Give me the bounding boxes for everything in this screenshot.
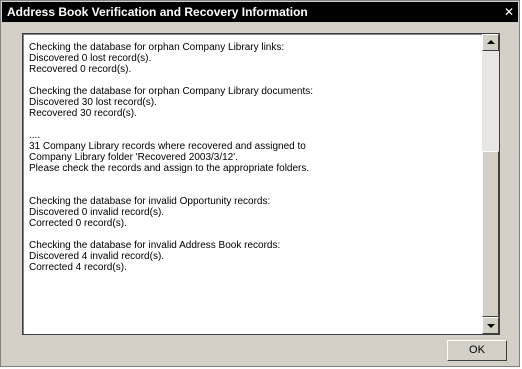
log-line: Discovered 0 invalid record(s).: [29, 207, 165, 218]
arrow-down-icon: [487, 324, 495, 328]
vertical-scrollbar[interactable]: [482, 34, 499, 334]
log-line: Corrected 4 record(s).: [29, 262, 127, 273]
dialog-window: Address Book Verification and Recovery I…: [0, 0, 520, 367]
log-line: Corrected 0 record(s).: [29, 218, 127, 229]
log-content: Checking the database for orphan Company…: [29, 42, 479, 273]
scroll-thumb[interactable]: [482, 151, 499, 317]
log-line: Please check the records and assign to t…: [29, 163, 310, 174]
log-line: Recovered 0 record(s).: [29, 64, 132, 75]
log-line: Checking the database for orphan Company…: [29, 42, 285, 53]
log-line: Checking the database for orphan Company…: [29, 86, 314, 97]
log-line: Company Library folder 'Recovered 2003/3…: [29, 152, 238, 163]
window-title: Address Book Verification and Recovery I…: [7, 5, 308, 19]
close-icon[interactable]: ✕: [502, 5, 516, 19]
log-line: Recovered 30 record(s).: [29, 108, 137, 119]
scroll-up-button[interactable]: [482, 34, 499, 51]
ok-button[interactable]: OK: [447, 340, 507, 361]
arrow-up-icon: [487, 40, 495, 44]
scroll-down-button[interactable]: [482, 317, 499, 334]
log-line: Discovered 30 lost record(s).: [29, 97, 157, 108]
log-line: ....: [29, 130, 41, 141]
log-textbox[interactable]: Checking the database for orphan Company…: [22, 33, 500, 335]
log-line: 31 Company Library records where recover…: [29, 141, 306, 152]
title-bar[interactable]: Address Book Verification and Recovery I…: [2, 2, 518, 22]
log-line: Discovered 0 lost record(s).: [29, 53, 152, 64]
log-line: Checking the database for invalid Addres…: [29, 240, 281, 251]
log-line: Checking the database for invalid Opport…: [29, 196, 271, 207]
log-line: Discovered 4 invalid record(s).: [29, 251, 165, 262]
